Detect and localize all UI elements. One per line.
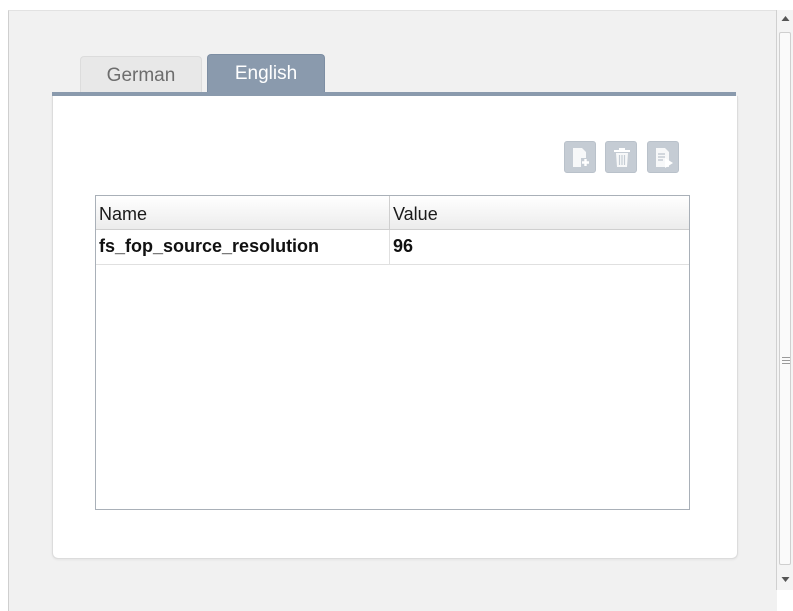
scrollbar-grip-icon	[782, 357, 790, 366]
scrollbar-thumb[interactable]	[779, 32, 791, 565]
column-header-value[interactable]: Value	[390, 196, 689, 229]
trash-icon	[614, 148, 630, 167]
vertical-scrollbar[interactable]	[776, 10, 793, 590]
table-row[interactable]: fs_fop_source_resolution 96	[96, 230, 689, 265]
column-header-name[interactable]: Name	[96, 196, 390, 229]
delete-row-button[interactable]	[605, 141, 637, 173]
edit-row-button[interactable]	[647, 141, 679, 173]
tab-english[interactable]: English	[207, 54, 325, 92]
scroll-down-arrow-icon[interactable]	[779, 572, 792, 586]
scroll-up-arrow-icon[interactable]	[779, 12, 792, 26]
table-header: Name Value	[96, 196, 689, 230]
properties-table: Name Value fs_fop_source_resolution 96	[95, 195, 690, 510]
tab-german[interactable]: German	[80, 56, 202, 92]
edit-row-icon	[656, 148, 673, 168]
cell-value[interactable]: 96	[390, 230, 689, 264]
cell-name[interactable]: fs_fop_source_resolution	[96, 230, 390, 264]
add-row-icon	[573, 148, 590, 167]
add-row-button[interactable]	[564, 141, 596, 173]
